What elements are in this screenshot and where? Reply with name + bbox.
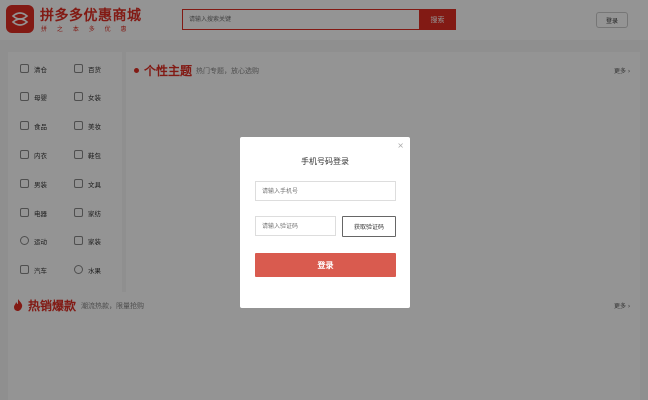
login-modal: × 手机号码登录 获取验证码 登录 — [240, 137, 410, 308]
login-submit-button[interactable]: 登录 — [255, 253, 396, 277]
phone-input[interactable] — [255, 181, 396, 201]
close-icon[interactable]: × — [397, 141, 404, 150]
get-code-button[interactable]: 获取验证码 — [342, 216, 396, 237]
modal-title: 手机号码登录 — [301, 157, 349, 166]
verification-code-input[interactable] — [255, 216, 336, 236]
